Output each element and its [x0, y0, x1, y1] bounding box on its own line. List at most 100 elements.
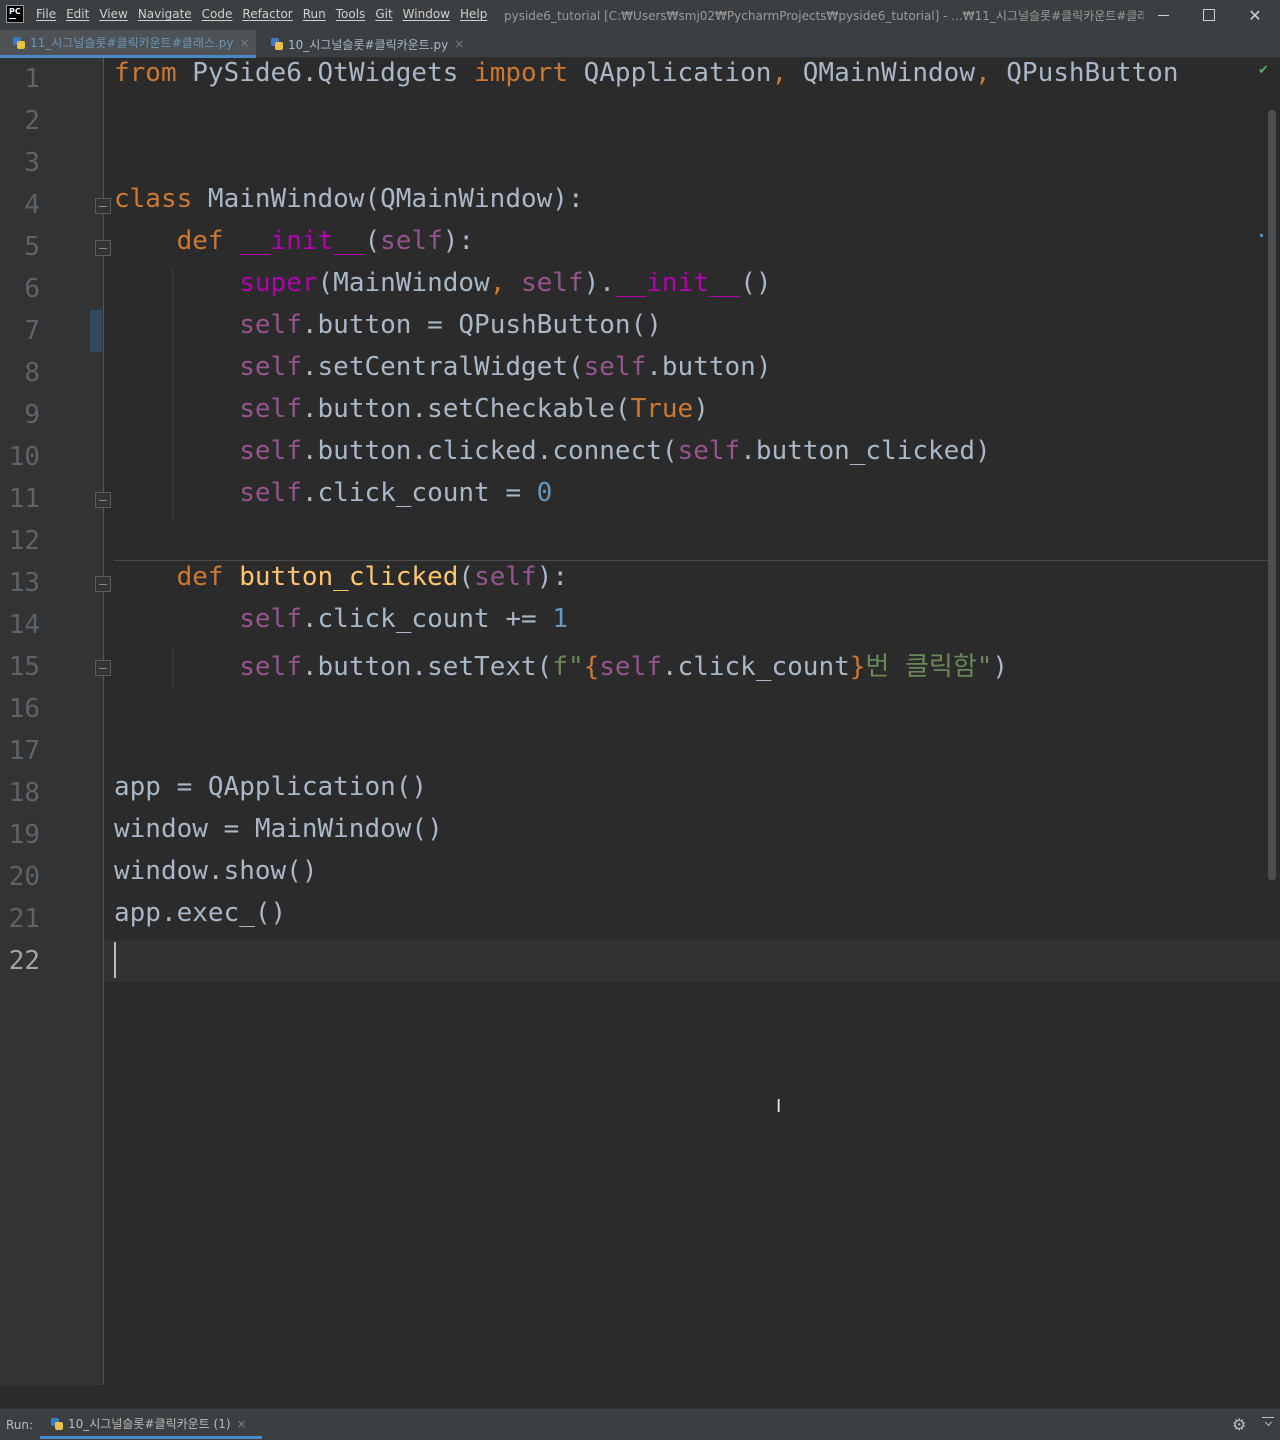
menu-file[interactable]: File — [36, 7, 56, 21]
line-number: 9 — [24, 400, 40, 430]
menu-view[interactable]: View — [99, 7, 127, 21]
code-token: self — [239, 436, 302, 466]
code-line: self.click_count += 1 — [114, 604, 568, 646]
menu-bar: File Edit View Navigate Code Refactor Ru… — [36, 7, 487, 21]
code-token: ( — [364, 226, 381, 256]
line-number: 16 — [8, 694, 40, 724]
tab-close-icon[interactable]: × — [454, 37, 464, 51]
menu-refactor[interactable]: Refactor — [242, 7, 292, 21]
code-token: self — [380, 226, 443, 256]
code-editor[interactable]: 1 2 3 4 5 6 7 8 9 10 11 12 13 14 15 16 17 18 19 20 21 22 from… — [0, 58, 1280, 1385]
vcs-change-marker[interactable] — [90, 310, 102, 352]
code-token: 번 클릭함" — [865, 652, 993, 682]
menu-window[interactable]: Window — [403, 7, 450, 21]
line-number: 4 — [24, 190, 40, 220]
python-file-icon — [270, 37, 284, 51]
menu-run[interactable]: Run — [303, 7, 326, 21]
code-token: f" — [552, 652, 584, 682]
code-token: window = MainWindow() — [114, 814, 443, 844]
line-number: 11 — [8, 484, 40, 514]
run-label: Run: — [6, 1418, 34, 1432]
code-token: .setCentralWidget( — [301, 352, 584, 382]
line-number: 22 — [8, 946, 40, 976]
code-token: True — [630, 394, 694, 424]
code-line: window = MainWindow() — [114, 814, 443, 856]
code-token: def — [176, 562, 240, 592]
run-tab-close-icon[interactable]: × — [237, 1417, 247, 1431]
line-number: 6 — [24, 274, 40, 304]
code-token: .click_count = — [301, 478, 537, 508]
line-number: 7 — [24, 316, 40, 346]
minimize-button[interactable] — [1140, 0, 1186, 30]
code-token: __init__ — [239, 226, 365, 256]
code-token: .button.setCheckable( — [301, 394, 631, 424]
code-token: QApplication — [583, 58, 772, 88]
menu-help[interactable]: Help — [460, 7, 487, 21]
code-token: class — [114, 184, 208, 214]
fold-toggle-icon[interactable] — [95, 576, 111, 592]
code-token: self — [239, 478, 302, 508]
maximize-button[interactable] — [1186, 0, 1232, 30]
code-token: window.show() — [114, 856, 318, 886]
code-token: app = QApplication() — [114, 772, 428, 802]
line-number: 19 — [8, 820, 40, 850]
line-number: 10 — [8, 442, 40, 472]
code-token: self — [474, 562, 537, 592]
line-number: 1 — [24, 64, 40, 94]
code-token: self — [239, 394, 302, 424]
code-token: .button = QPushButton() — [301, 310, 662, 340]
settings-gear-icon[interactable]: ⚙ — [1232, 1415, 1246, 1434]
window-title: pyside6_tutorial [C:₩Users₩smj02₩Pycharm… — [504, 9, 1144, 23]
tab-11-click-count-class[interactable]: 11_시그널슬롯#클릭카운트#클래스.py × — [0, 30, 256, 58]
code-token: .click_count += — [301, 604, 553, 634]
code-line: from PySide6.QtWidgets import QApplicati… — [114, 58, 1178, 100]
fold-toggle-icon[interactable] — [95, 198, 111, 214]
menu-navigate[interactable]: Navigate — [138, 7, 192, 21]
menu-code[interactable]: Code — [202, 7, 233, 21]
hide-panel-icon[interactable] — [1262, 1417, 1274, 1429]
code-line: class MainWindow(QMainWindow): — [114, 184, 584, 226]
line-number: 20 — [8, 862, 40, 892]
current-line-highlight — [104, 940, 1280, 982]
code-token: self — [677, 436, 741, 466]
fold-toggle-icon[interactable] — [95, 660, 111, 676]
python-file-icon — [12, 36, 26, 50]
code-token: from — [114, 58, 193, 88]
run-tool-window-bar: Run: 10_시그널슬롯#클릭카운트 (1) × ⚙ — [0, 1408, 1280, 1440]
text-cursor-icon: I — [776, 1096, 782, 1117]
close-window-button[interactable]: ✕ — [1232, 0, 1278, 30]
fold-toggle-icon[interactable] — [95, 492, 111, 508]
tab-close-icon[interactable]: × — [239, 36, 249, 50]
code-token: ): — [442, 226, 475, 256]
code-token: .button.clicked.connect( — [301, 436, 678, 466]
line-number: 21 — [8, 904, 40, 934]
fold-toggle-icon[interactable] — [95, 240, 111, 256]
line-number: 13 — [8, 568, 40, 598]
code-token: self — [521, 268, 584, 298]
code-token: { — [583, 652, 600, 682]
code-token: , — [771, 58, 803, 88]
run-tab[interactable]: 10_시그널슬롯#클릭카운트 (1) × — [40, 1411, 262, 1439]
vertical-scrollbar[interactable] — [1268, 110, 1276, 880]
code-token: } — [849, 652, 866, 682]
line-number: 18 — [8, 778, 40, 808]
code-token: MainWindow(QMainWindow): — [207, 184, 584, 214]
python-run-icon — [50, 1417, 64, 1431]
code-line: self.setCentralWidget(self.button) — [114, 352, 771, 394]
inspection-ok-icon[interactable]: ✔ — [1258, 63, 1269, 78]
code-token: PySide6.QtWidgets — [192, 58, 475, 88]
menu-git[interactable]: Git — [375, 7, 392, 21]
line-number: 14 — [8, 610, 40, 640]
line-number: 2 — [24, 106, 40, 136]
menu-edit[interactable]: Edit — [66, 7, 89, 21]
tab-10-click-count[interactable]: 10_시그널슬롯#클릭카운트.py × — [258, 30, 468, 58]
run-tab-label: 10_시그널슬롯#클릭카운트 (1) — [68, 1417, 231, 1431]
menu-tools[interactable]: Tools — [336, 7, 366, 21]
